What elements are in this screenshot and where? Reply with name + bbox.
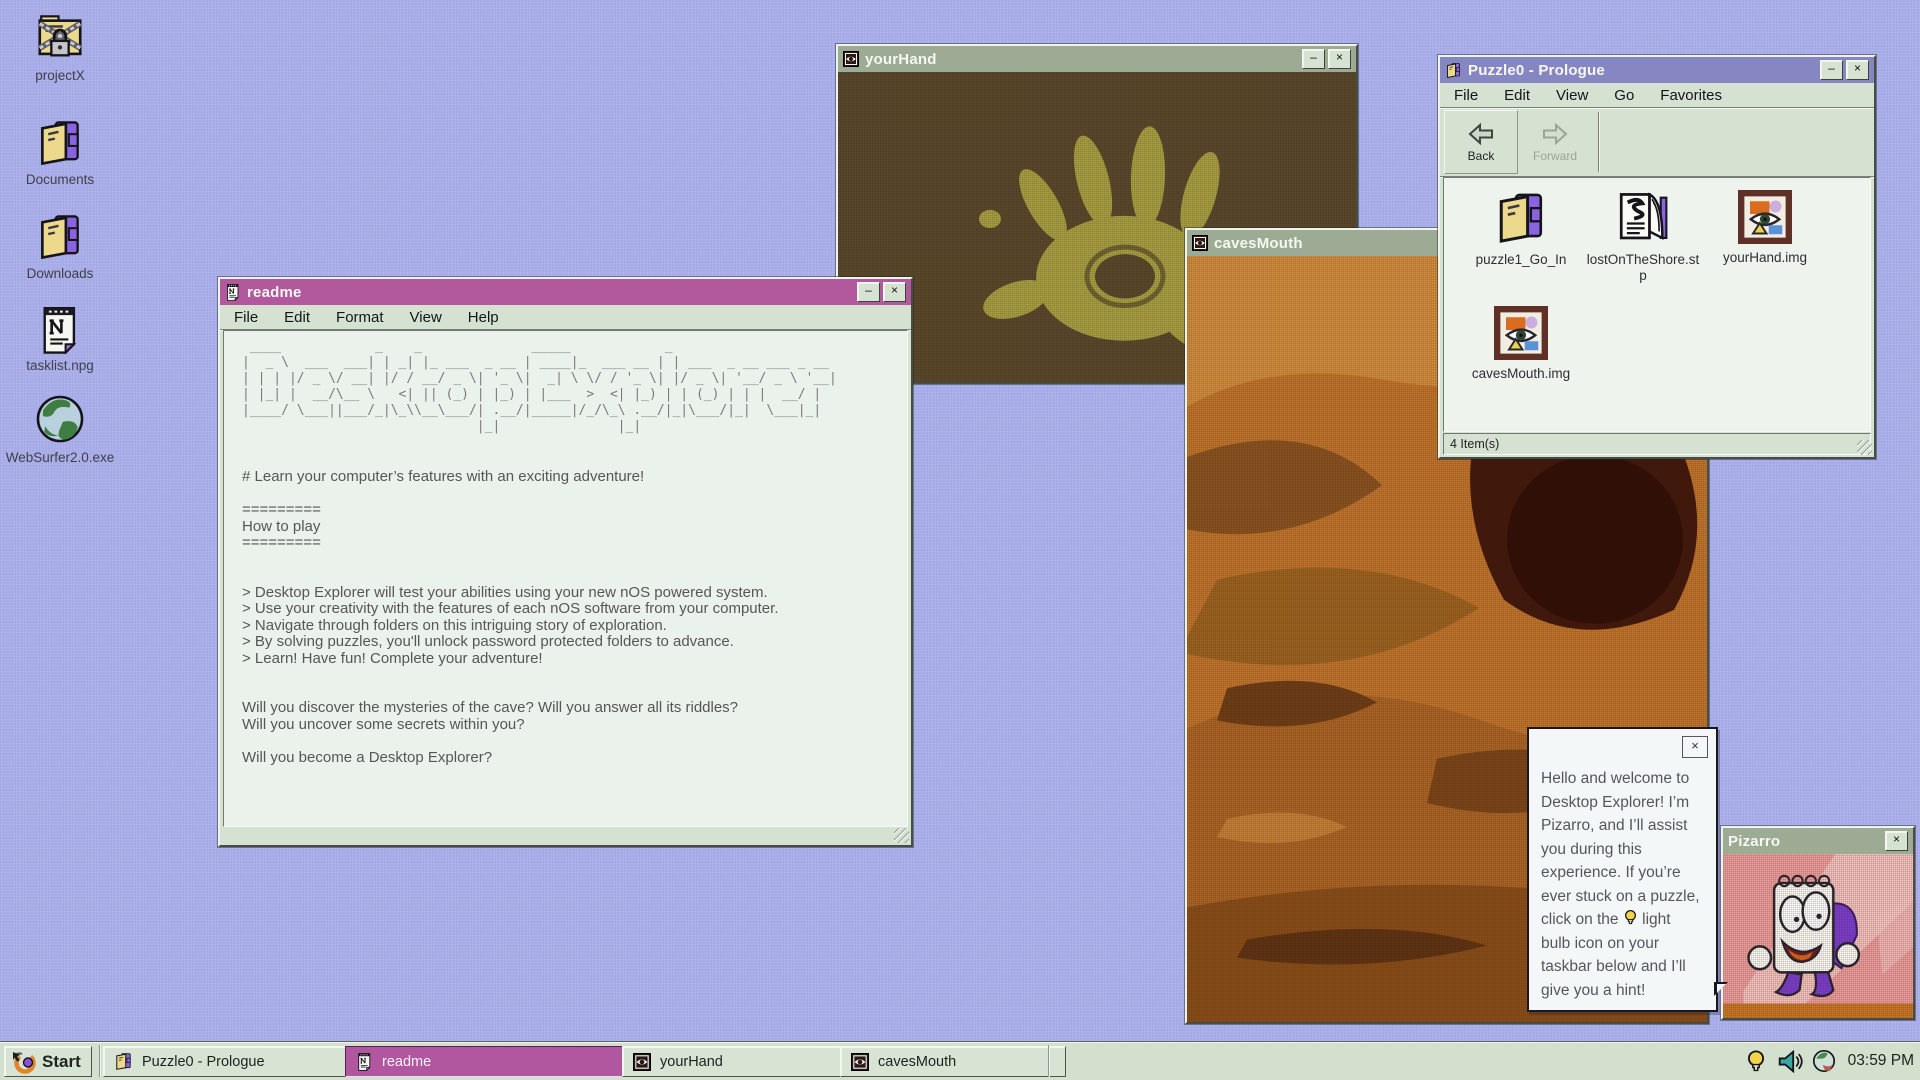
desktop-icon-label: Documents <box>26 173 94 187</box>
item-count: 4 Item(s) <box>1450 437 1499 451</box>
folder-icon <box>114 1052 133 1071</box>
resize-grip[interactable] <box>1857 440 1872 455</box>
window-title: yourHand <box>865 51 1296 68</box>
eye-icon <box>843 51 859 67</box>
file-item-lostontheshore[interactable]: lostOnTheShore.stp <box>1584 188 1702 284</box>
pizarro-window: Pizarro × <box>1721 826 1915 1020</box>
task-button-readme[interactable]: readme <box>345 1046 640 1077</box>
menu-favorites[interactable]: Favorites <box>1660 87 1722 104</box>
desktop-icon-documents[interactable]: Documents <box>8 118 112 187</box>
ascii-art-title: ____ _ _ _____ _ | _ \ ___ ___| | _| |_ … <box>242 339 907 435</box>
back-button[interactable]: Back <box>1444 110 1518 174</box>
back-arrow-icon <box>1464 121 1498 147</box>
taskbar: Start Puzzle0 - Prologue readme yourHand… <box>0 1041 1920 1080</box>
explorer-statusbar: 4 Item(s) <box>1443 433 1871 455</box>
start-button[interactable]: Start <box>4 1046 92 1077</box>
close-button[interactable]: × <box>1846 60 1869 80</box>
minimize-button[interactable]: – <box>1820 60 1843 80</box>
eye-icon <box>851 1053 869 1071</box>
explorer-window: Puzzle0 - Prologue – × File Edit View Go… <box>1438 55 1876 459</box>
file-item-cavesmouth-img[interactable]: cavesMouth.img <box>1462 306 1580 382</box>
forward-arrow-icon <box>1538 121 1572 147</box>
desktop-icon-tasklist[interactable]: tasklist.npg <box>8 304 112 373</box>
file-item-yourhand-img[interactable]: yourHand.img <box>1706 190 1824 266</box>
menu-go[interactable]: Go <box>1614 87 1634 104</box>
window-title: Puzzle0 - Prologue <box>1468 62 1814 79</box>
desktop-icon-label: WebSurfer2.0.exe <box>6 451 115 465</box>
window-title: Pizarro <box>1728 833 1879 850</box>
clock: 03:59 PM <box>1848 1052 1914 1070</box>
globe-icon <box>33 392 87 446</box>
desktop: projectX Documents Downloads tasklist.np… <box>0 0 1920 1080</box>
desktop-icon-label: Downloads <box>27 267 94 281</box>
readme-text-area[interactable]: ____ _ _ _____ _ | _ \ ___ ___| | _| |_ … <box>223 330 908 827</box>
system-tray: 03:59 PM <box>1745 1042 1914 1080</box>
close-button[interactable]: × <box>883 282 906 302</box>
menu-view[interactable]: View <box>1556 87 1588 104</box>
assistant-speech-bubble: × Hello and welcome to Desktop Explorer!… <box>1527 727 1718 1012</box>
window-title: readme <box>247 284 851 301</box>
readme-body-text: # Learn your computer’s features with an… <box>242 469 907 766</box>
eye-icon <box>633 1053 651 1071</box>
notepad-file-icon <box>37 304 83 354</box>
pizarro-image <box>1723 854 1913 1018</box>
menu-format[interactable]: Format <box>336 309 384 326</box>
menu-file[interactable]: File <box>1454 87 1478 104</box>
explorer-toolbar: Back Forward <box>1440 108 1874 177</box>
readme-window: readme – × File Edit Format View Help __… <box>218 277 913 847</box>
desktop-icon-downloads[interactable]: Downloads <box>8 212 112 281</box>
locked-folder-icon <box>34 12 86 64</box>
minimize-button[interactable]: – <box>857 282 880 302</box>
toolbar-separator <box>1598 112 1599 172</box>
bubble-close-button[interactable]: × <box>1682 736 1708 758</box>
forward-button[interactable]: Forward <box>1518 110 1592 174</box>
light-bulb-icon[interactable] <box>1745 1049 1767 1074</box>
readme-titlebar[interactable]: readme – × <box>220 279 911 305</box>
eye-icon <box>1192 235 1208 251</box>
taskbar-separator <box>99 1045 100 1077</box>
notepad-file-icon <box>225 283 241 301</box>
start-logo-icon <box>11 1049 37 1075</box>
explorer-titlebar[interactable]: Puzzle0 - Prologue – × <box>1440 57 1874 83</box>
menu-edit[interactable]: Edit <box>1504 87 1530 104</box>
pizarro-character <box>1723 854 1913 1018</box>
notepad-file-icon <box>356 1052 373 1071</box>
menu-help[interactable]: Help <box>468 309 499 326</box>
task-button-yourhand[interactable]: yourHand <box>622 1046 857 1077</box>
file-item-puzzle1[interactable]: puzzle1_Go_In <box>1462 190 1580 268</box>
task-button-explorer[interactable]: Puzzle0 - Prologue <box>103 1046 363 1077</box>
menu-file[interactable]: File <box>234 309 258 326</box>
close-button[interactable]: × <box>1885 831 1908 851</box>
taskbar-separator <box>1048 1045 1049 1077</box>
bubble-tail <box>1714 982 1728 996</box>
desktop-icon-label: tasklist.npg <box>26 359 94 373</box>
image-file-icon <box>1738 190 1792 244</box>
folder-icon <box>35 212 85 262</box>
pizarro-titlebar[interactable]: Pizarro × <box>1723 828 1913 854</box>
light-bulb-icon <box>1623 909 1638 926</box>
explorer-file-list: puzzle1_Go_In lostOnTheShore.stp yourHan… <box>1443 177 1871 432</box>
image-file-icon <box>1494 306 1548 360</box>
task-button-cavesmouth[interactable]: cavesMouth <box>840 1046 1066 1077</box>
explorer-menubar: File Edit View Go Favorites <box>1440 83 1874 108</box>
readme-menubar: File Edit Format View Help <box>220 305 911 330</box>
close-button[interactable]: × <box>1328 49 1351 69</box>
speaker-icon[interactable] <box>1776 1049 1803 1074</box>
folder-icon <box>1493 190 1549 246</box>
minimize-button[interactable]: – <box>1302 49 1325 69</box>
readme-bottom-strip <box>220 827 911 845</box>
yourhand-titlebar[interactable]: yourHand – × <box>838 46 1356 72</box>
folder-icon <box>35 118 85 168</box>
desktop-icon-label: projectX <box>35 69 85 83</box>
folder-icon <box>1445 62 1462 79</box>
document-icon <box>1614 188 1672 246</box>
resize-grip[interactable] <box>894 828 909 843</box>
world-icon[interactable] <box>1812 1049 1836 1073</box>
desktop-icon-websurfer[interactable]: WebSurfer2.0.exe <box>4 392 116 465</box>
menu-view[interactable]: View <box>410 309 442 326</box>
bubble-text: Hello and welcome to Desktop Explorer! I… <box>1541 767 1704 1002</box>
desktop-icon-projectx[interactable]: projectX <box>8 12 112 83</box>
menu-edit[interactable]: Edit <box>284 309 310 326</box>
